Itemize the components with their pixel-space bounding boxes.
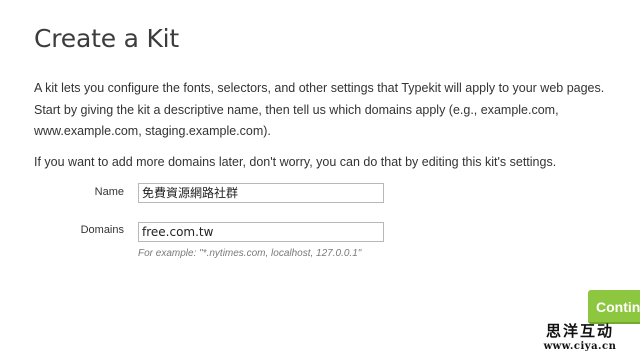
domains-label: Domains xyxy=(80,224,124,236)
kit-name-input[interactable]: 免費資源網路社群 xyxy=(138,183,384,203)
watermark-logo: 思洋互动 www.ciya.cn xyxy=(520,320,640,360)
page-title: Create a Kit xyxy=(34,24,180,53)
domains-input[interactable]: free.com.tw xyxy=(138,222,384,242)
create-kit-page: Create a Kit A kit lets you configure th… xyxy=(0,0,640,360)
name-label: Name xyxy=(94,186,124,198)
watermark-url: www.ciya.cn xyxy=(543,341,617,352)
intro-paragraph: A kit lets you configure the fonts, sele… xyxy=(34,81,605,138)
continue-button[interactable]: Continue xyxy=(588,290,640,324)
domains-hint: For example: "*.nytimes.com, localhost, … xyxy=(138,248,362,259)
domains-note-paragraph: If you want to add more domains later, d… xyxy=(34,155,557,169)
watermark-title: 思洋互动 xyxy=(545,322,614,340)
